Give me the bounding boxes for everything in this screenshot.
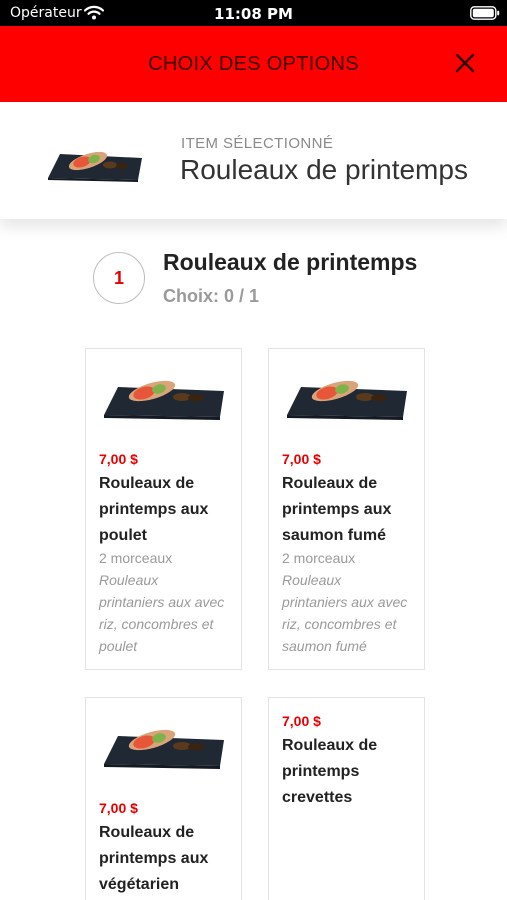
option-name: Rouleaux de printemps aux végétarien: [99, 820, 235, 898]
option-name-line: poulet: [99, 527, 147, 544]
option-quantity: 2 morceaux: [99, 550, 173, 566]
option-card-vegetarien[interactable]: 7,00 $ Rouleaux de printemps aux végétar…: [85, 697, 242, 900]
option-name-line: Rouleaux de: [282, 737, 378, 754]
option-name-line: Rouleaux de: [282, 475, 378, 492]
option-card-poulet[interactable]: 7,00 $ Rouleaux de printemps aux poulet …: [85, 348, 242, 670]
option-card-crevettes[interactable]: 7,00 $ Rouleaux de printemps crevettes: [268, 697, 425, 900]
spring-roll-image: [287, 380, 407, 420]
option-name-line: Rouleaux de: [99, 824, 195, 841]
option-name: Rouleaux de printemps aux saumon fumé: [282, 471, 418, 549]
section-title: Rouleaux de printemps: [163, 249, 418, 275]
option-name-line: crevettes: [282, 789, 353, 806]
option-price: 7,00 $: [282, 451, 321, 467]
option-name-line: printemps aux: [99, 850, 209, 867]
option-description-line: riz, concombres et: [282, 616, 397, 632]
selected-item-name: Rouleaux de printemps: [180, 154, 468, 185]
choice-counter: Choix: 0 / 1: [163, 286, 260, 306]
page-title: CHOIX DES OPTIONS: [148, 53, 359, 75]
option-description: Rouleaux printaniers aux avec riz, conco…: [282, 569, 420, 657]
header-bar: CHOIX DES OPTIONS: [0, 26, 507, 102]
spring-roll-image: [104, 729, 224, 769]
close-button[interactable]: [450, 48, 480, 78]
option-description-line: riz, concombres et: [99, 616, 214, 632]
selected-item-panel: ITEM SÉLECTIONNÉ Rouleaux de printemps: [0, 102, 507, 219]
option-description: Rouleaux printaniers aux avec riz, conco…: [99, 569, 237, 657]
option-name: Rouleaux de printemps aux poulet: [99, 471, 235, 549]
status-time: 11:08 PM: [214, 5, 293, 23]
option-price: 7,00 $: [99, 451, 138, 467]
option-description-line: saumon fumé: [282, 638, 367, 654]
option-name-line: printemps aux: [282, 501, 392, 518]
step-number-badge: 1: [93, 252, 145, 304]
option-quantity: 2 morceaux: [282, 550, 356, 566]
option-name-line: printemps: [282, 763, 360, 780]
options-screen: Opérateur 11:08 PM CHOIX DES OPTIONS ITE…: [0, 0, 507, 900]
spring-roll-image: [104, 380, 224, 420]
option-description-line: poulet: [99, 638, 138, 654]
option-description-line: Rouleaux: [282, 572, 342, 588]
option-name-line: végétarien: [99, 876, 180, 893]
option-name: Rouleaux de printemps crevettes: [282, 733, 418, 811]
spring-roll-image: [48, 151, 142, 182]
option-name-line: printemps aux: [99, 501, 209, 518]
option-card-saumon-fume[interactable]: 7,00 $ Rouleaux de printemps aux saumon …: [268, 348, 425, 670]
status-bar: Opérateur 11:08 PM: [0, 0, 507, 26]
option-name-line: Rouleaux de: [99, 475, 195, 492]
option-name-line: saumon fumé: [282, 527, 387, 544]
selected-item-caption: ITEM SÉLECTIONNÉ: [181, 135, 334, 152]
option-description-line: printaniers aux avec: [282, 594, 408, 610]
option-price: 7,00 $: [282, 713, 321, 729]
option-price: 7,00 $: [99, 800, 138, 816]
option-description-line: printaniers aux avec: [99, 594, 225, 610]
option-description-line: Rouleaux: [99, 572, 159, 588]
battery-icon: [470, 6, 500, 20]
close-icon: [455, 53, 475, 73]
